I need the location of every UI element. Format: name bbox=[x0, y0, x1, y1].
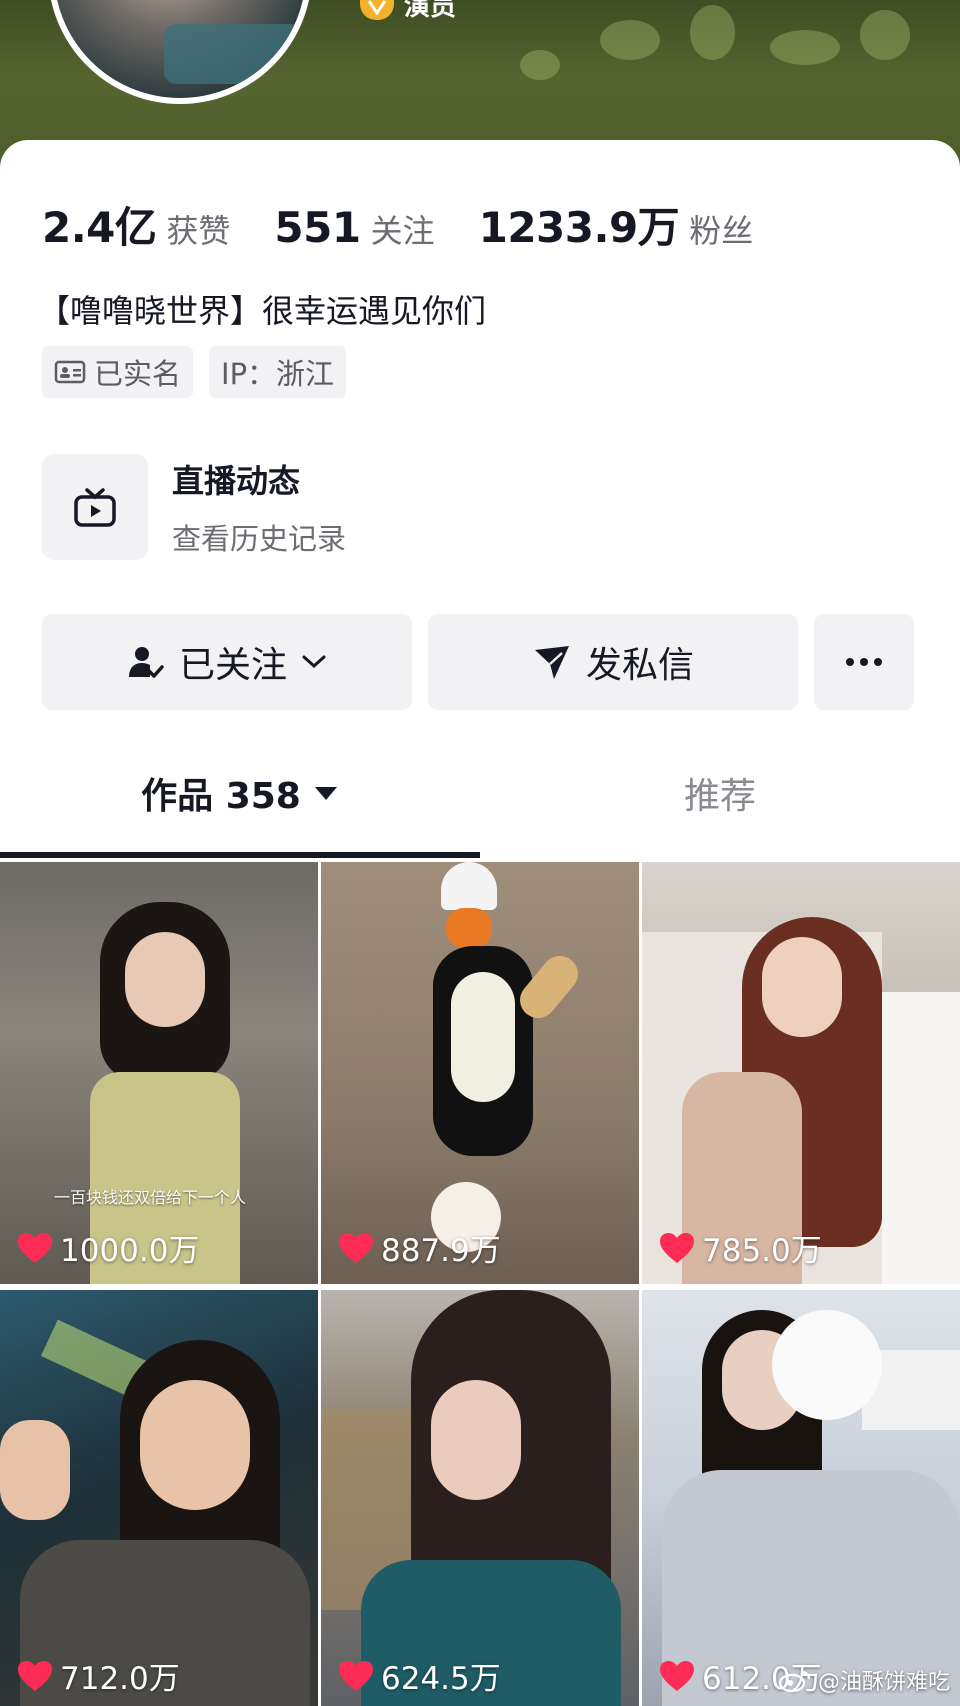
caret-down-icon bbox=[314, 787, 337, 800]
heart-icon bbox=[18, 1232, 52, 1263]
stat-followers-value: 1233.9万 bbox=[478, 203, 680, 252]
role-badge: 演员 bbox=[360, 0, 456, 20]
more-dots-icon bbox=[846, 658, 882, 666]
tab-recommend[interactable]: 推荐 bbox=[480, 736, 960, 850]
followed-button[interactable]: 已关注 bbox=[42, 614, 412, 710]
video-likes-count: 712.0万 bbox=[60, 1661, 180, 1697]
weibo-logo-icon bbox=[778, 1670, 811, 1692]
heart-icon bbox=[339, 1660, 373, 1691]
video-tile[interactable]: 624.5万 bbox=[321, 1290, 639, 1706]
profile-bio: 【噜噜晓世界】很幸运遇见你们 bbox=[38, 292, 487, 330]
video-tile[interactable]: 612.0万 bbox=[642, 1290, 960, 1706]
stat-following[interactable]: 551 关注 bbox=[274, 203, 434, 252]
video-likes-count: 1000.0万 bbox=[60, 1233, 200, 1269]
video-likes: 1000.0万 bbox=[16, 1225, 199, 1270]
verified-tag-label: 已实名 bbox=[94, 357, 182, 391]
verified-badge-icon bbox=[360, 0, 394, 20]
profile-actions: 已关注 发私信 bbox=[42, 614, 914, 710]
heart-icon bbox=[660, 1660, 694, 1691]
video-grid: 一百块钱还双倍给下一个人 1000.0万 887.9万 785.0万 712.0… bbox=[0, 862, 960, 1706]
profile-card: 2.4亿 获赞 551 关注 1233.9万 粉丝 【噜噜晓世界】很幸运遇见你们… bbox=[0, 140, 960, 1706]
video-likes: 785.0万 bbox=[658, 1225, 822, 1270]
stat-followers[interactable]: 1233.9万 粉丝 bbox=[479, 194, 754, 255]
video-likes: 887.9万 bbox=[337, 1225, 501, 1270]
stat-likes-value: 2.4亿 bbox=[42, 203, 157, 252]
stat-likes-label: 获赞 bbox=[166, 212, 231, 250]
video-likes-count: 785.0万 bbox=[702, 1233, 822, 1269]
video-likes: 624.5万 bbox=[337, 1653, 501, 1698]
video-caption: 一百块钱还双倍给下一个人 bbox=[54, 1188, 247, 1207]
send-message-button[interactable]: 发私信 bbox=[428, 614, 798, 710]
live-history-entry[interactable]: 直播动态 查看历史记录 bbox=[42, 454, 346, 560]
video-likes-count: 887.9万 bbox=[381, 1233, 501, 1269]
stat-following-value: 551 bbox=[274, 203, 361, 252]
tab-works-label: 作品 358 bbox=[141, 776, 301, 817]
chevron-down-icon bbox=[302, 655, 326, 669]
stat-followers-label: 粉丝 bbox=[689, 212, 754, 250]
followed-button-label: 已关注 bbox=[178, 645, 287, 686]
avatar[interactable] bbox=[48, 0, 312, 104]
live-entry-title: 直播动态 bbox=[172, 462, 301, 500]
send-message-label: 发私信 bbox=[585, 645, 694, 686]
tab-recommend-label: 推荐 bbox=[683, 776, 756, 817]
live-tv-icon-box bbox=[42, 454, 148, 560]
heart-icon bbox=[339, 1232, 373, 1263]
verified-tag: 已实名 bbox=[42, 346, 194, 398]
ip-tag-label: IP：浙江 bbox=[221, 357, 335, 391]
video-tile[interactable]: 一百块钱还双倍给下一个人 1000.0万 bbox=[0, 862, 318, 1284]
tab-works[interactable]: 作品 358 bbox=[0, 736, 480, 850]
user-check-icon bbox=[128, 647, 164, 678]
stat-following-label: 关注 bbox=[370, 212, 435, 250]
profile-tags: 已实名 IP：浙江 bbox=[42, 346, 347, 398]
profile-stats: 2.4亿 获赞 551 关注 1233.9万 粉丝 bbox=[42, 194, 797, 255]
active-tab-indicator bbox=[0, 852, 480, 858]
video-likes: 712.0万 bbox=[16, 1653, 180, 1698]
heart-icon bbox=[18, 1660, 52, 1691]
send-icon bbox=[534, 646, 569, 679]
video-tile[interactable]: 887.9万 bbox=[321, 862, 639, 1284]
role-label: 演员 bbox=[404, 0, 457, 22]
watermark: @油酥饼难吃 bbox=[778, 1664, 950, 1696]
video-tile[interactable]: 712.0万 bbox=[0, 1290, 318, 1706]
live-entry-subtitle: 查看历史记录 bbox=[172, 522, 347, 556]
video-likes-count: 624.5万 bbox=[381, 1661, 501, 1697]
tv-icon bbox=[74, 488, 116, 527]
content-tabs: 作品 358 推荐 bbox=[0, 736, 960, 850]
id-card-icon bbox=[54, 360, 86, 384]
heart-icon bbox=[660, 1232, 694, 1263]
more-options-button[interactable] bbox=[814, 614, 914, 710]
stat-likes: 2.4亿 获赞 bbox=[42, 194, 230, 255]
video-tile[interactable]: 785.0万 bbox=[642, 862, 960, 1284]
watermark-text: @油酥饼难吃 bbox=[817, 1670, 950, 1695]
ip-tag: IP：浙江 bbox=[209, 346, 347, 398]
